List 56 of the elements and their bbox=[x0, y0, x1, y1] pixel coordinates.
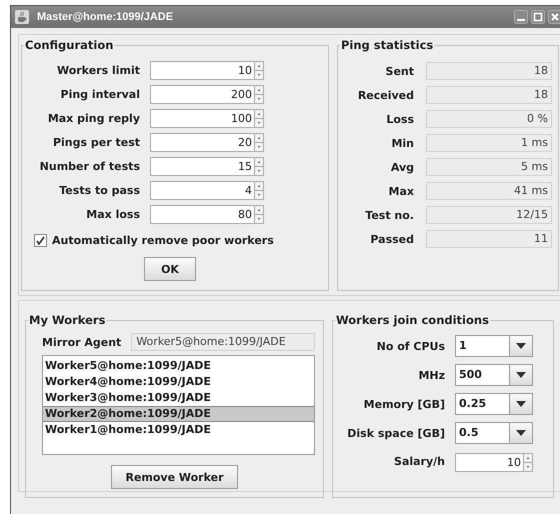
stat-label: Sent bbox=[384, 64, 414, 78]
stat-label: Avg bbox=[390, 160, 414, 174]
dropdown[interactable]: 0.25 bbox=[455, 393, 533, 415]
field-label: No of CPUs bbox=[376, 340, 445, 352]
stat-label: Min bbox=[390, 136, 414, 150]
stat-value-field: 0 % bbox=[426, 110, 552, 128]
field-label: Max loss bbox=[85, 208, 140, 221]
number-spinner[interactable]: 20 bbox=[150, 133, 264, 152]
field-label: Number of tests bbox=[38, 160, 140, 173]
field-label: Max ping reply bbox=[46, 112, 140, 125]
stat-label: Test no. bbox=[364, 208, 414, 222]
dropdown[interactable]: 500 bbox=[455, 364, 533, 386]
field-label: Workers limit bbox=[56, 64, 140, 77]
workers-list[interactable]: Worker5@home:1099/JADE Worker4@home:1099/JADE Worker3@home:1099/JADE Worker2@home:1099/JADE Worker1@home:1099/JADE bbox=[42, 355, 315, 455]
field-label: MHz bbox=[417, 368, 445, 382]
panel-title: My Workers bbox=[28, 313, 106, 327]
number-spinner[interactable]: 10 bbox=[150, 61, 264, 80]
number-spinner[interactable]: 100 bbox=[150, 109, 264, 128]
panel-title: Ping statistics bbox=[340, 38, 434, 52]
field-label: Tests to pass bbox=[58, 184, 140, 197]
stat-value-field: 5 ms bbox=[426, 158, 552, 176]
worker-list-item[interactable]: Worker5@home:1099/JADE bbox=[43, 358, 314, 374]
auto-remove-checkbox[interactable]: Automatically remove poor workers bbox=[34, 234, 320, 247]
mirror-agent-field: Worker5@home:1099/JADE bbox=[131, 333, 315, 351]
stat-value-field: 11 bbox=[426, 230, 552, 248]
field-label: Salary/h bbox=[393, 455, 445, 468]
stat-label: Passed bbox=[369, 232, 414, 246]
field-label: Pings per test bbox=[52, 136, 140, 149]
dropdown[interactable]: 1 bbox=[455, 335, 533, 357]
stat-value-field: 41 ms bbox=[426, 182, 552, 200]
worker-list-item[interactable]: Worker3@home:1099/JADE bbox=[43, 390, 314, 406]
field-label: Mirror Agent bbox=[42, 336, 122, 348]
field-label: Memory [GB] bbox=[362, 398, 445, 410]
number-spinner[interactable]: 80 bbox=[150, 205, 264, 224]
ok-button[interactable]: OK bbox=[144, 257, 196, 281]
panel-title: Workers join conditions bbox=[335, 313, 490, 327]
field-label: Ping interval bbox=[60, 88, 140, 101]
stat-value-field: 12/15 bbox=[426, 206, 552, 224]
remove-worker-button[interactable]: Remove Worker bbox=[111, 465, 238, 489]
stat-value-field: 18 bbox=[426, 86, 552, 104]
number-spinner[interactable]: 15 bbox=[150, 157, 264, 176]
dropdown[interactable]: 0.5 bbox=[455, 422, 533, 444]
stat-label: Received bbox=[356, 88, 414, 102]
number-spinner[interactable]: 10 bbox=[455, 453, 533, 472]
stat-label: Max bbox=[388, 184, 414, 198]
worker-list-item[interactable]: Worker1@home:1099/JADE bbox=[43, 422, 314, 438]
stat-value-field: 1 ms bbox=[426, 134, 552, 152]
panel-title: Configuration bbox=[24, 38, 114, 52]
window-title: Master@home:1099/JADE bbox=[37, 11, 174, 23]
stat-value-field: 18 bbox=[426, 62, 552, 80]
worker-list-item[interactable]: Worker4@home:1099/JADE bbox=[43, 374, 314, 390]
stat-label: Loss bbox=[385, 112, 414, 126]
number-spinner[interactable]: 4 bbox=[150, 181, 264, 200]
number-spinner[interactable]: 200 bbox=[150, 85, 264, 104]
worker-list-item[interactable]: Worker2@home:1099/JADE bbox=[43, 406, 314, 422]
field-label: Disk space [GB] bbox=[346, 426, 445, 440]
